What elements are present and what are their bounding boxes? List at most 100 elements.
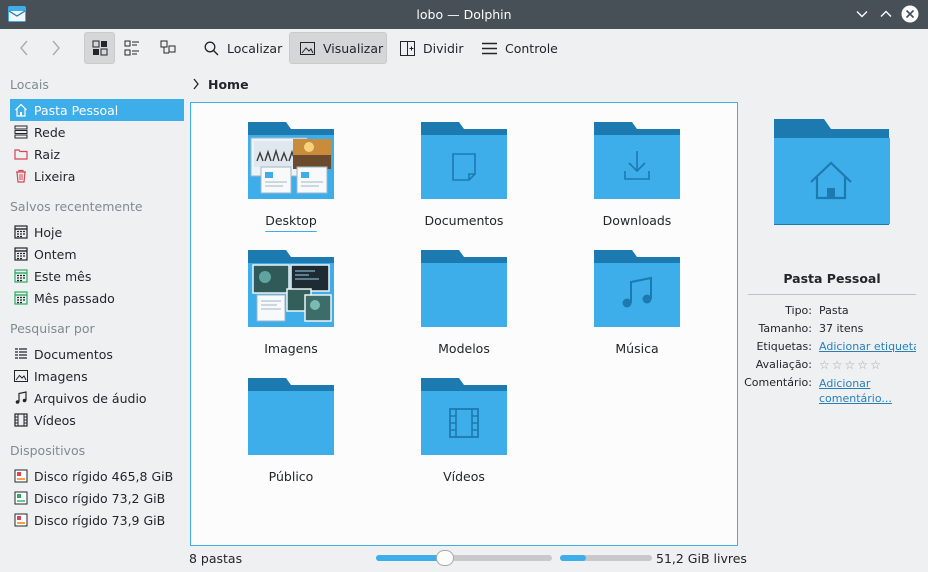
sidebar-item-home[interactable]: Pasta Pessoal [10,99,184,121]
window-title: lobo — Dolphin [416,7,512,22]
folder-desktop[interactable]: Desktop [216,103,366,228]
split-view-icon [400,40,415,56]
music-folder-icon [594,250,680,327]
star-icon[interactable]: ☆ [845,358,858,372]
minimize-button[interactable] [852,4,872,24]
file-name: Documentos [424,213,504,228]
sidebar-item-search-videos[interactable]: Vídeos [10,409,184,431]
close-button[interactable] [900,4,920,24]
file-name: Público [268,469,314,484]
file-name: Vídeos [443,469,485,484]
details-view-button[interactable] [154,32,182,64]
folder-documents[interactable]: Documentos [389,103,539,228]
sidebar-item-root[interactable]: Raiz [10,143,184,165]
rating-stars[interactable]: ☆☆☆☆☆ [819,358,916,372]
split-button[interactable]: Dividir [392,32,470,64]
calendar-icon [14,247,28,261]
zoom-slider[interactable] [376,550,552,566]
add-tags-link[interactable]: Adicionar etiquetas [819,340,916,353]
file-name: Imagens [264,341,318,356]
section-title-devices: Dispositivos [10,443,86,458]
sidebar-item-today[interactable]: Hoje [10,221,184,243]
free-space-text: 51,2 GiB livres [656,551,747,566]
folder-public[interactable]: Público [216,359,366,484]
status-item-count: 8 pastas [189,551,243,566]
details-view-icon [160,40,176,54]
folder-downloads[interactable]: Downloads [562,103,712,228]
sidebar-item-label: Rede [34,124,66,140]
info-item-name: Pasta Pessoal [783,271,881,286]
sidebar-item-yesterday[interactable]: Ontem [10,243,184,265]
calendar-icon [14,291,28,305]
close-icon [901,5,919,23]
sidebar-item-search-audio[interactable]: Arquivos de áudio [10,387,184,409]
back-button[interactable] [12,32,36,64]
info-separator [748,294,916,295]
section-title-search: Pesquisar por [10,321,95,336]
search-button[interactable]: Localizar [196,32,284,64]
calendar-icon [14,269,28,283]
sidebar-item-label: Mês passado [34,290,115,306]
search-icon [204,41,219,55]
search-button-label: Localizar [227,40,283,56]
chevron-right-icon [193,78,199,90]
document-list-icon [15,348,27,359]
images-folder-icon [248,250,334,327]
sidebar-item-disk-3[interactable]: Disco rígido 73,9 GiB [10,509,184,531]
folder-videos[interactable]: Vídeos [389,359,539,484]
icons-view-icon [92,40,107,56]
hard-drive-icon [14,513,28,527]
sidebar-item-network[interactable]: Rede [10,121,184,143]
sidebar-item-label: Disco rígido 465,8 GiB [34,468,174,484]
sidebar-item-disk-2[interactable]: Disco rígido 73,2 GiB [10,487,184,509]
home-folder-icon [774,119,890,225]
music-note-icon [15,391,27,404]
hard-drive-icon [14,491,28,505]
info-rating-label: Avaliação: [755,358,812,371]
sidebar-item-label: Arquivos de áudio [34,390,147,406]
breadcrumb[interactable]: Home [192,75,249,93]
star-icon[interactable]: ☆ [857,358,870,372]
forward-button[interactable] [44,32,68,64]
preview-button[interactable]: Visualizar [289,32,387,64]
sidebar-item-search-documents[interactable]: Documentos [10,343,184,365]
star-icon[interactable]: ☆ [832,358,845,372]
videos-folder-icon [421,378,507,455]
folder-icon [248,378,334,455]
image-icon [300,41,315,55]
sidebar-item-trash[interactable]: Lixeira [10,165,184,187]
file-view[interactable]: Desktop Documentos Downloads Imagens Mod… [190,102,738,546]
maximize-button[interactable] [876,4,896,24]
sidebar-item-last-month[interactable]: Mês passado [10,287,184,309]
sidebar-item-label: Disco rígido 73,9 GiB [34,512,166,528]
sidebar-item-label: Raiz [34,146,61,162]
control-button-label: Controle [505,40,558,56]
sidebar-item-label: Vídeos [34,412,76,428]
star-icon[interactable]: ☆ [870,358,883,372]
sidebar-item-disk-1[interactable]: Disco rígido 465,8 GiB [10,465,184,487]
places-panel: Locais Pasta Pessoal Rede Raiz Lixeira S… [0,70,186,530]
star-icon[interactable]: ☆ [819,358,832,372]
chevron-down-icon [856,11,868,18]
sidebar-item-search-images[interactable]: Imagens [10,365,184,387]
section-title-recent: Salvos recentemente [10,199,143,214]
folder-icon [421,250,507,327]
image-icon [14,370,28,382]
add-comment-link[interactable]: Adicionar comentário... [819,376,916,406]
zoom-slider-handle[interactable] [435,550,454,566]
desktop-folder-icon [248,122,334,199]
chevron-right-icon [52,40,60,56]
hard-drive-icon [14,469,28,483]
folder-music[interactable]: Música [562,231,712,356]
split-button-label: Dividir [423,40,464,56]
folder-images[interactable]: Imagens [216,231,366,356]
icons-view-button[interactable] [84,32,115,64]
trash-icon [16,169,26,183]
folder-templates[interactable]: Modelos [389,231,539,356]
toolbar: Localizar Visualizar Dividir Controle [0,29,928,69]
control-menu-button[interactable]: Controle [474,32,564,64]
sidebar-item-this-month[interactable]: Este mês [10,265,184,287]
compact-view-button[interactable] [118,32,146,64]
information-panel: Pasta Pessoal Tipo: Pasta Tamanho: 37 it… [744,102,916,432]
status-bar: 8 pastas 51,2 GiB livres [0,546,928,572]
